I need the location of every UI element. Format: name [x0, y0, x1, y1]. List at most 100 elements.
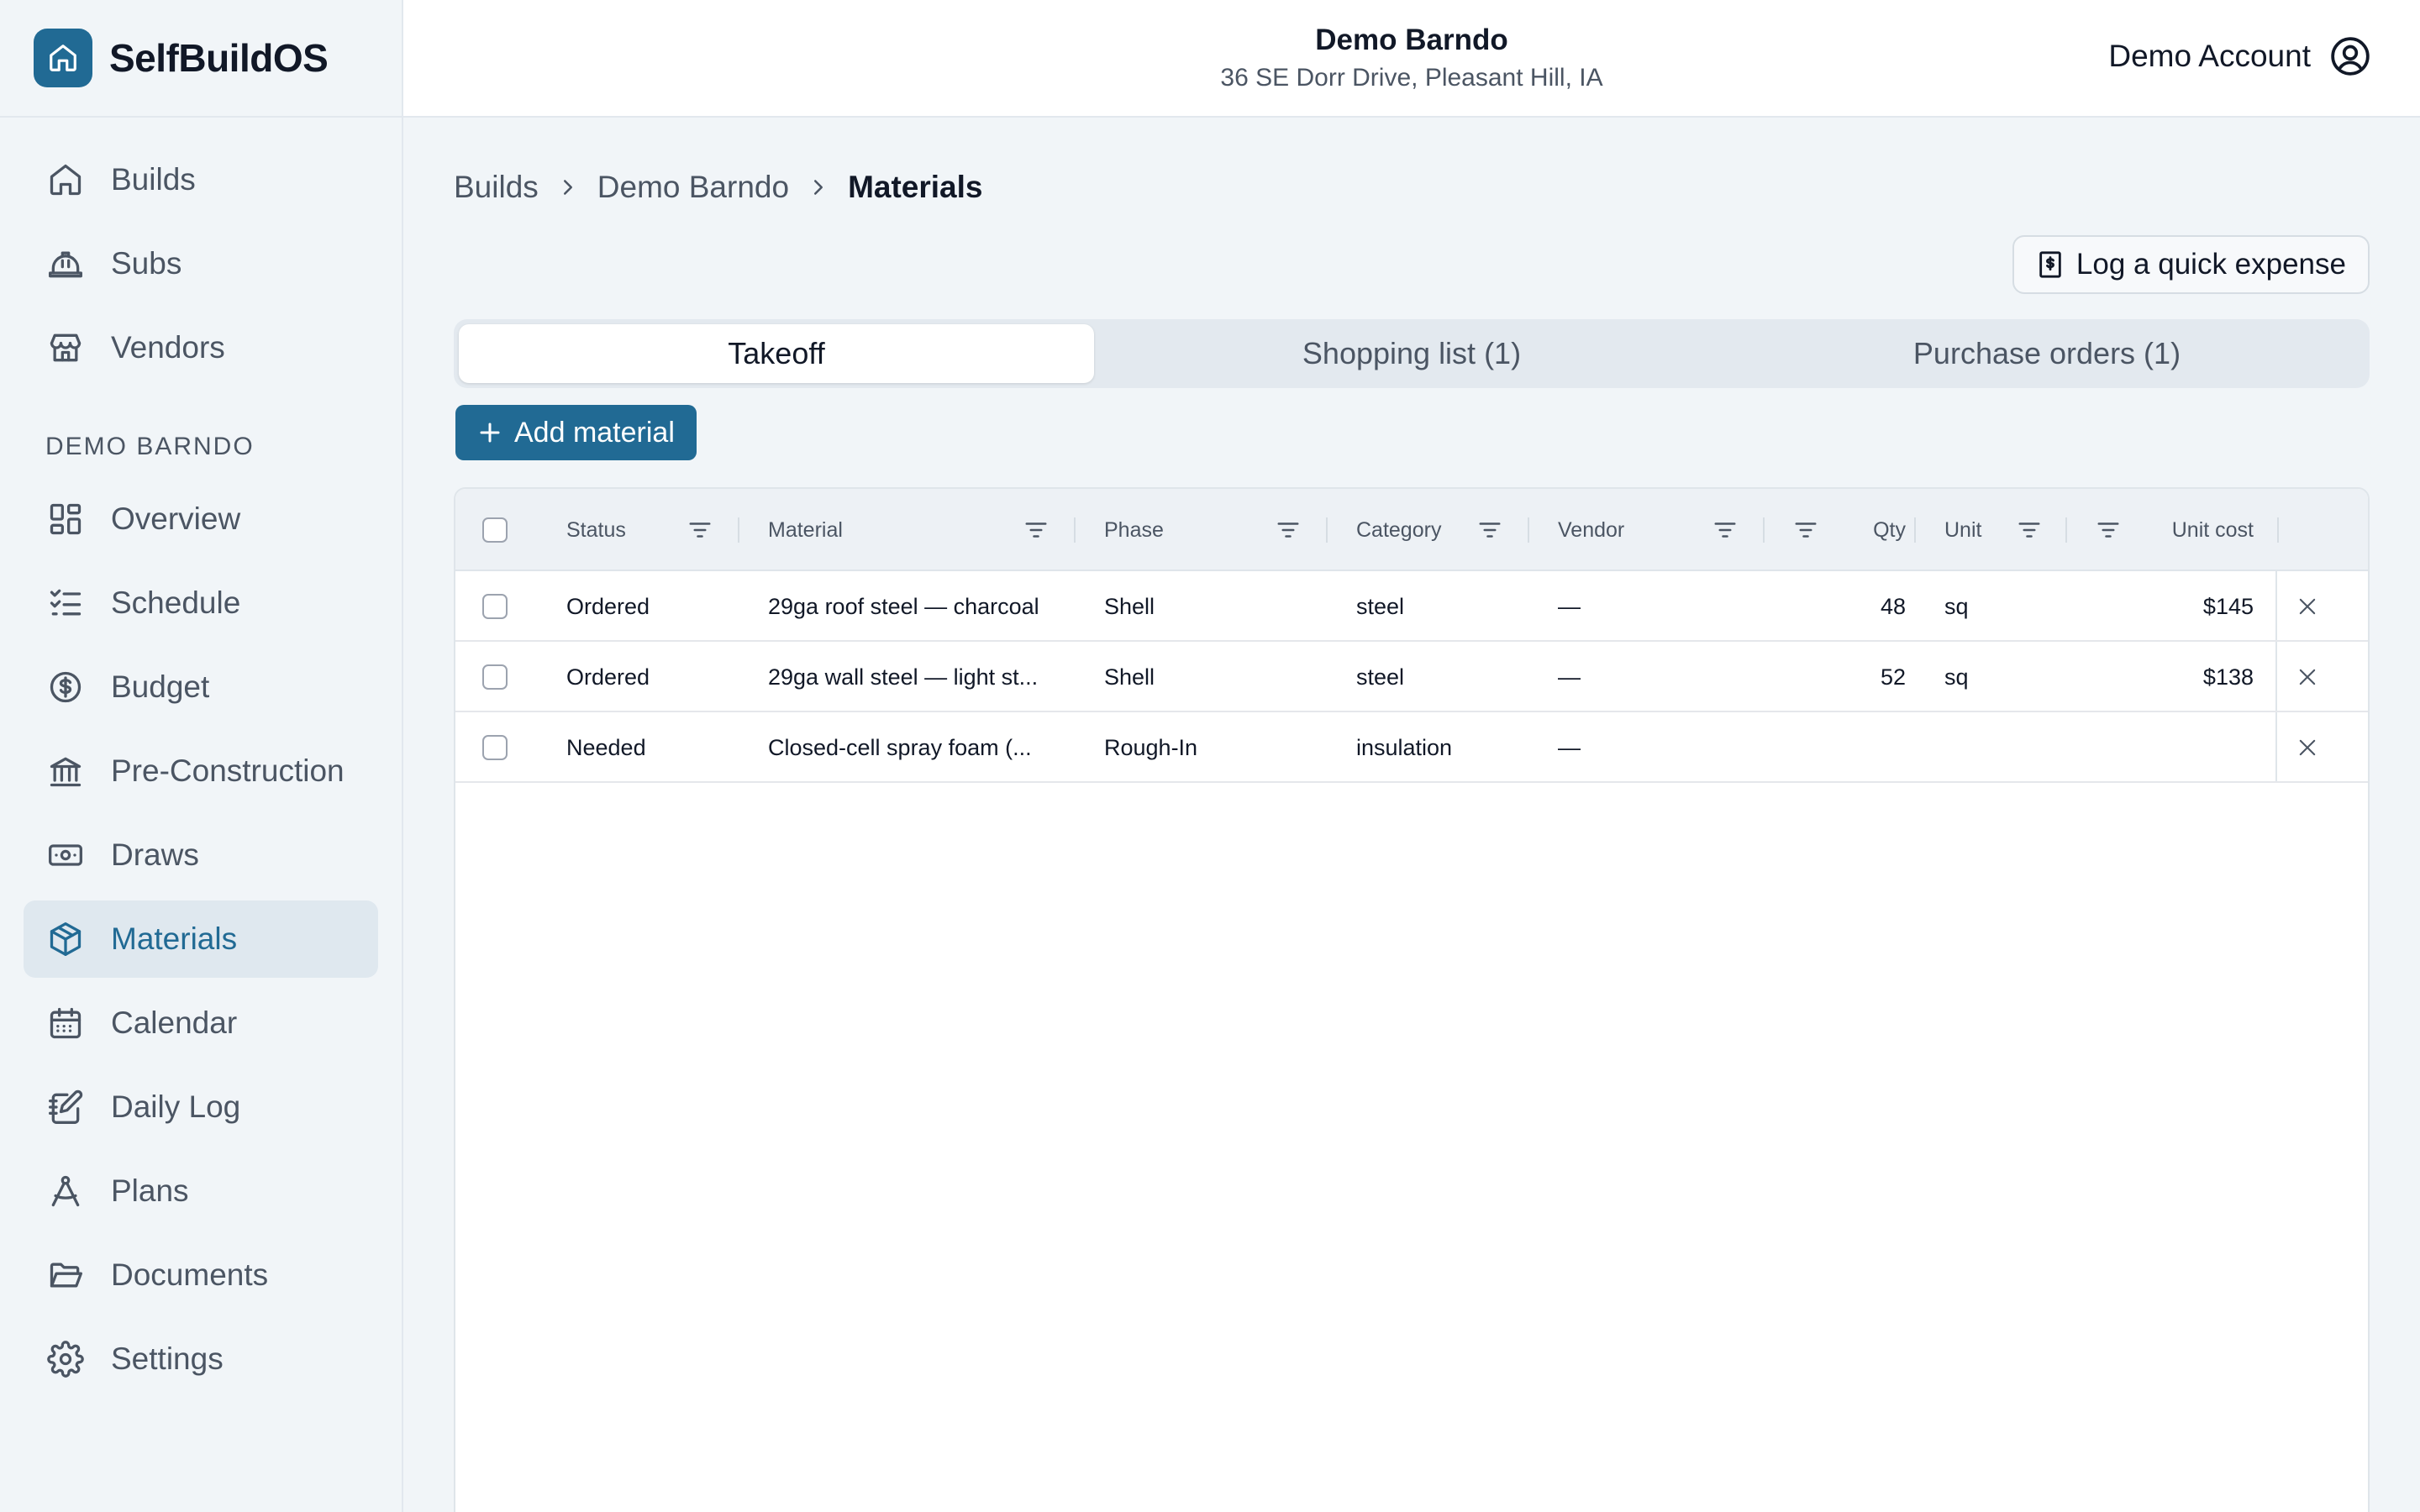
cell-unit: sq [1944, 664, 1969, 690]
row-checkbox[interactable] [482, 664, 508, 690]
add-material-button[interactable]: Add material [455, 405, 697, 460]
cell-qty: 52 [1880, 664, 1906, 690]
table-row[interactable]: Needed Closed-cell spray foam (... Rough… [455, 712, 2368, 783]
filter-icon[interactable] [1793, 517, 1818, 543]
column-divider[interactable] [1763, 517, 1765, 543]
sidebar-item-label: Daily Log [111, 1089, 241, 1124]
delete-row-x-icon[interactable] [2296, 665, 2319, 689]
store-icon [50, 333, 82, 362]
sidebar-item-budget[interactable]: Budget [24, 648, 378, 726]
sidebar-item-schedule[interactable]: Schedule [24, 564, 378, 642]
tab-purchase-orders[interactable]: Purchase orders (1) [1729, 324, 2365, 383]
chevron-right-icon [563, 180, 572, 195]
sidebar-item-overview[interactable]: Overview [24, 480, 378, 558]
sidebar-item-documents[interactable]: Documents [24, 1236, 378, 1314]
chevron-right-icon [814, 180, 823, 195]
cell-vendor: — [1558, 734, 1581, 760]
sidebar-item-draws[interactable]: Draws [24, 816, 378, 894]
sidebar-section-title: DEMO BARNDO [45, 433, 255, 460]
select-all-checkbox[interactable] [482, 517, 508, 543]
cell-phase: Shell [1104, 664, 1155, 690]
column-header-unit[interactable]: Unit [1944, 489, 1981, 571]
account-menu[interactable]: Demo Account [2108, 35, 2371, 77]
breadcrumb-project[interactable]: Demo Barndo [597, 170, 789, 205]
tab-takeoff[interactable]: Takeoff [459, 324, 1094, 383]
sidebar-item-daily-log[interactable]: Daily Log [24, 1068, 378, 1146]
sidebar-item-plans[interactable]: Plans [24, 1152, 378, 1230]
column-header-status[interactable]: Status [566, 489, 626, 571]
notebook-pen-icon [49, 1089, 83, 1124]
breadcrumb-builds[interactable]: Builds [454, 170, 539, 205]
delete-row-x-icon[interactable] [2296, 736, 2319, 759]
sidebar-item-pre-construction[interactable]: Pre-Construction [24, 732, 378, 810]
column-header-phase[interactable]: Phase [1104, 489, 1164, 571]
cell-category: steel [1356, 593, 1405, 619]
column-divider[interactable] [1074, 517, 1076, 543]
cell-material: 29ga wall steel — light st... [768, 664, 1039, 690]
materials-tabs: Takeoff Shopping list (1) Purchase order… [454, 319, 2370, 388]
cell-material: Closed-cell spray foam (... [768, 734, 1032, 760]
filter-icon[interactable] [2096, 517, 2121, 543]
sidebar-item-label: Schedule [111, 585, 241, 620]
row-checkbox[interactable] [482, 735, 508, 760]
column-divider[interactable] [738, 517, 739, 543]
column-divider[interactable] [2277, 517, 2279, 543]
column-header-unit-cost[interactable]: Unit cost [2144, 489, 2254, 571]
row-checkbox[interactable] [482, 594, 508, 619]
cell-phase: Shell [1104, 593, 1155, 619]
column-divider[interactable] [1326, 517, 1328, 543]
column-header-qty[interactable]: Qty [1855, 489, 1906, 571]
sidebar-item-label: Plans [111, 1173, 189, 1208]
sidebar-item-subs[interactable]: Subs [24, 225, 378, 302]
cell-phase: Rough-In [1104, 734, 1198, 760]
filter-icon[interactable] [687, 517, 713, 543]
column-divider[interactable] [2065, 517, 2067, 543]
brand[interactable]: SelfBuildOS [0, 0, 402, 118]
sidebar-item-vendors[interactable]: Vendors [24, 309, 378, 386]
cell-unit: sq [1944, 593, 1969, 619]
column-header-material[interactable]: Material [768, 489, 843, 571]
sidebar-item-calendar[interactable]: Calendar [24, 984, 378, 1062]
filter-icon[interactable] [1712, 517, 1738, 543]
sidebar-item-label: Vendors [111, 330, 225, 365]
cell-status: Ordered [566, 664, 650, 690]
brand-name: SelfBuildOS [109, 36, 329, 80]
filter-icon[interactable] [1276, 517, 1301, 543]
sidebar-item-settings[interactable]: Settings [24, 1320, 378, 1398]
breadcrumb: Builds Demo Barndo Materials [454, 170, 983, 205]
checklist-icon [50, 589, 82, 616]
cell-qty: 48 [1880, 593, 1906, 619]
sidebar-item-label: Settings [111, 1341, 224, 1376]
column-divider[interactable] [1528, 517, 1529, 543]
tab-shopping-list[interactable]: Shopping list (1) [1094, 324, 1729, 383]
sidebar-item-label: Draws [111, 837, 199, 872]
sidebar-item-materials[interactable]: Materials [24, 900, 378, 978]
calendar-icon [50, 1007, 82, 1039]
receipt-icon [2039, 251, 2061, 278]
sidebar: SelfBuildOS Builds Subs Vendors DEMO BAR… [0, 0, 403, 1512]
table-row[interactable]: Ordered 29ga roof steel — charcoal Shell… [455, 571, 2368, 642]
table-row[interactable]: Ordered 29ga wall steel — light st... Sh… [455, 642, 2368, 712]
delete-row-x-icon[interactable] [2296, 595, 2319, 618]
cell-material: 29ga roof steel — charcoal [768, 593, 1039, 619]
cell-category: steel [1356, 664, 1405, 690]
sidebar-item-label: Budget [111, 669, 210, 704]
filter-icon[interactable] [1477, 517, 1502, 543]
column-header-vendor[interactable]: Vendor [1558, 489, 1624, 571]
log-quick-expense-button[interactable]: Log a quick expense [2012, 235, 2370, 294]
column-header-category[interactable]: Category [1356, 489, 1441, 571]
sidebar-item-builds[interactable]: Builds [24, 141, 378, 218]
cell-status: Ordered [566, 593, 650, 619]
column-divider[interactable] [1914, 517, 1916, 543]
filter-icon[interactable] [1023, 517, 1049, 543]
user-circle-icon [2331, 37, 2370, 76]
quick-expense-label: Log a quick expense [2075, 248, 2346, 281]
plus-icon [480, 423, 500, 443]
folder-icon [50, 1263, 82, 1288]
table-header: Status Material Phase Category Vendor Qt… [455, 489, 2368, 571]
cell-unit-cost: $145 [2202, 593, 2254, 619]
sidebar-item-label: Documents [111, 1257, 269, 1292]
grid-icon [50, 503, 82, 535]
filter-icon[interactable] [2017, 517, 2042, 543]
add-material-label: Add material [514, 416, 675, 449]
